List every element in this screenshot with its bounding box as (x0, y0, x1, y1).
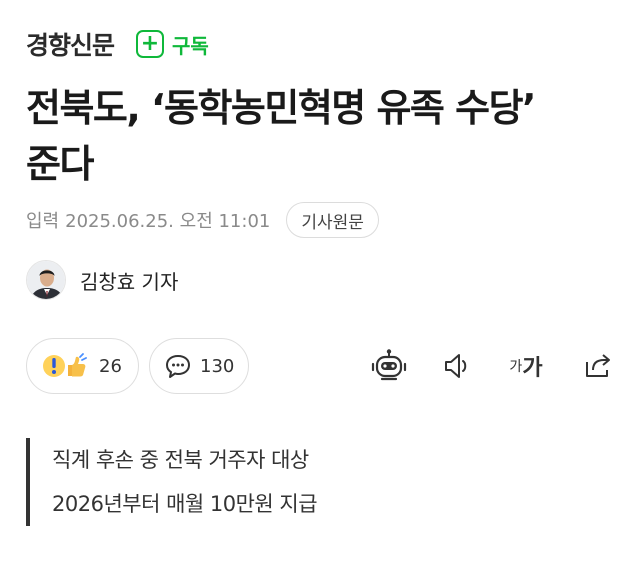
reporter-avatar[interactable] (26, 260, 66, 300)
share-icon (586, 354, 610, 377)
comment-count: 130 (200, 355, 235, 377)
robot-summary-icon (371, 349, 407, 381)
summary-line-2: 2026년부터 매월 10만원 지급 (52, 492, 318, 516)
share-button[interactable] (574, 344, 618, 388)
comment-icon (166, 355, 190, 378)
subscribe-button[interactable]: + 구독 (136, 30, 209, 59)
subscribe-label: 구독 (172, 33, 209, 58)
article-meta: 입력 2025.06.25. 오전 11:01 기사원문 (26, 200, 379, 240)
original-article-button[interactable]: 기사원문 (286, 202, 379, 238)
press-header: 경향신문 + 구독 (26, 24, 209, 64)
speaker-icon (445, 354, 467, 378)
article-headline: 전북도, ‘동학농민혁명 유족 수당’ 준다 (26, 80, 616, 192)
reaction-emoji-icon (43, 353, 87, 377)
reaction-count: 26 (99, 355, 122, 377)
font-size-large-glyph: 가 (522, 355, 543, 381)
press-name[interactable]: 경향신문 (26, 26, 115, 62)
input-date: 2025.06.25. 오전 11:01 (65, 211, 271, 232)
text-to-speech-button[interactable] (436, 344, 480, 388)
font-size-small-glyph: 가 (509, 359, 523, 375)
input-label: 입력 (26, 211, 60, 232)
plus-square-icon: + (136, 30, 165, 58)
reporter-info: 김창효 기자 (26, 258, 178, 302)
headline-line-1: 전북도, ‘동학농민혁명 유족 수당’ (26, 86, 536, 130)
reaction-button[interactable]: 26 (26, 338, 139, 394)
font-size-button[interactable]: 가가 (501, 344, 551, 388)
summary-line-1: 직계 후손 중 전북 거주자 대상 (52, 448, 309, 472)
reporter-name[interactable]: 김창효 기자 (80, 266, 178, 295)
article-summary: 직계 후손 중 전북 거주자 대상 2026년부터 매월 10만원 지급 (26, 438, 318, 526)
headline-line-2: 준다 (26, 142, 94, 186)
reporter-photo (27, 261, 65, 299)
comment-button[interactable]: 130 (149, 338, 249, 394)
ai-summary-button[interactable] (367, 344, 411, 388)
